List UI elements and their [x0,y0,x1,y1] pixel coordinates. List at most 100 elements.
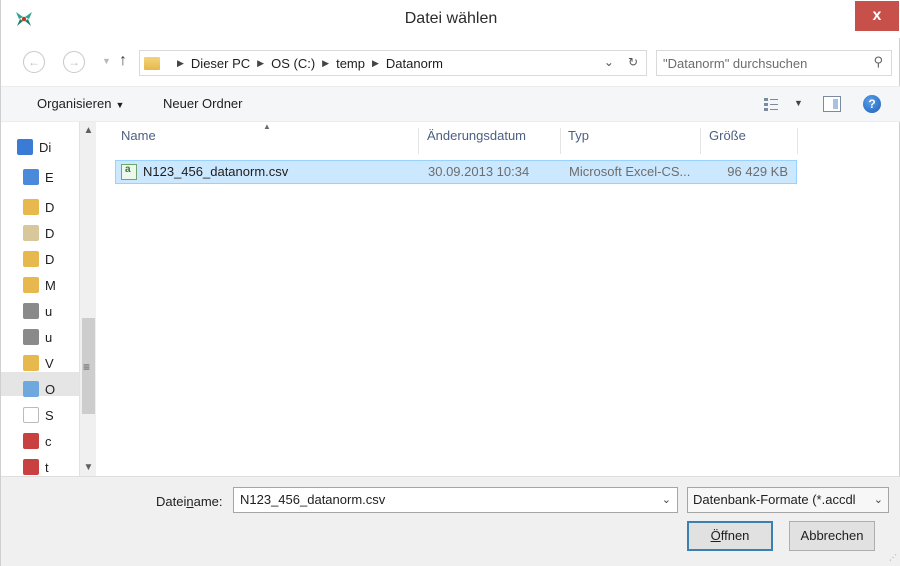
chevron-down-icon[interactable]: ⌄ [870,488,883,512]
breadcrumb-item[interactable]: Datanorm [386,56,443,71]
address-controls: ⌄ ↻ [604,55,638,69]
nav-item[interactable]: u [23,302,57,320]
nav-item[interactable]: M [23,276,57,294]
music-folder-icon [23,277,39,293]
excel-csv-file-icon [121,164,137,180]
nav-item[interactable]: E [23,168,57,186]
network-folder-icon [23,303,39,319]
filename-label-part: Datei [156,494,187,509]
filename-input[interactable]: N123_456_datanorm.csv ⌄ [233,487,678,513]
search-placeholder: "Datanorm" durchsuchen [663,55,808,71]
nav-item[interactable]: S [23,406,57,424]
nav-item[interactable]: Di [17,138,51,156]
nav-item[interactable]: V [23,354,57,372]
address-row: ← → ▼ ↑ ▶ Dieser PC ▶ OS (C:) ▶ temp ▶ D… [1,46,900,80]
view-options-icon[interactable] [763,96,779,112]
organize-button[interactable]: Organisieren ▼ [37,96,124,111]
file-name: N123_456_datanorm.csv [143,164,289,179]
column-divider[interactable] [560,128,561,154]
videos-folder-icon [23,355,39,371]
column-header-size[interactable]: Größe [709,128,746,152]
search-input[interactable]: "Datanorm" durchsuchen ⚲ [656,50,892,76]
new-folder-button[interactable]: Neuer Ordner [163,96,242,111]
open-button[interactable]: Öffnen [687,521,773,551]
forward-button[interactable]: → [63,51,85,73]
refresh-icon[interactable]: ↻ [628,55,638,69]
search-icon[interactable]: ⚲ [873,54,883,70]
address-bar[interactable]: ▶ Dieser PC ▶ OS (C:) ▶ temp ▶ Datanorm … [139,50,647,76]
bottom-panel: Dateiname: N123_456_datanorm.csv ⌄ Daten… [1,476,900,566]
downloads-folder-icon [23,251,39,267]
file-row[interactable]: N123_456_datanorm.csv 30.09.2013 10:34 M… [115,160,797,184]
close-button[interactable]: x [855,1,899,31]
cancel-button[interactable]: Abbrechen [789,521,875,551]
view-dropdown-icon[interactable]: ▼ [794,98,803,108]
nav-item-label: D [45,225,55,241]
disconnected-drive-icon [23,433,39,449]
file-type-filter[interactable]: Datenbank-Formate (*.accdl ⌄ [687,487,889,513]
column-divider[interactable] [797,128,798,154]
caret-down-icon: ▼ [115,100,125,110]
nav-item-label: u [45,329,53,345]
title-bar[interactable]: Datei wählen x [1,0,900,38]
chevron-right-icon[interactable]: ▶ [372,58,379,69]
back-button[interactable]: ← [23,51,45,73]
scroll-up-icon[interactable]: ▲ [80,122,97,139]
grip-icon: ≡ [83,360,91,374]
folder-icon [144,56,160,70]
preview-pane-icon[interactable] [823,96,841,112]
nav-item[interactable]: D [23,198,57,216]
nav-item[interactable]: D [23,250,57,268]
file-type: Microsoft Excel-CS... [569,164,691,179]
chevron-down-icon[interactable]: ⌄ [662,488,671,512]
nav-item[interactable]: D [23,224,57,242]
filename-label-part: ame: [193,494,223,509]
sort-ascending-icon: ▲ [263,122,271,131]
nav-item-label: O [45,381,56,397]
back-arrow-icon: ← [28,55,40,69]
nav-item-label: u [45,303,53,319]
breadcrumb-item[interactable]: temp [336,56,365,71]
help-icon[interactable]: ? [863,95,881,113]
resize-grip-icon[interactable]: ⋰ [889,553,897,562]
chevron-right-icon[interactable]: ▶ [177,58,184,69]
filename-value: N123_456_datanorm.csv [240,492,386,507]
organize-label: Organisieren [37,96,112,111]
chevron-down-icon[interactable]: ⌄ [604,55,614,69]
window-title: Datei wählen [404,10,498,27]
up-arrow-icon[interactable]: ↑ [119,52,127,70]
breadcrumb-item[interactable]: Dieser PC [191,56,250,71]
breadcrumb-item[interactable]: OS (C:) [271,56,315,71]
nav-scrollbar[interactable]: ▲ ≡ ▼ [79,122,96,476]
chevron-right-icon[interactable]: ▶ [322,58,329,69]
file-size: 96 429 KB [727,164,788,179]
forward-arrow-icon: → [68,55,80,69]
nav-item-label: E [45,169,54,185]
nav-item-label: Di [39,139,51,155]
chevron-right-icon[interactable]: ▶ [257,58,264,69]
recent-locations-dropdown[interactable]: ▼ [102,56,111,66]
nav-item[interactable]: O [23,380,57,398]
nav-item-label: S [45,407,54,423]
filename-label: Dateiname: [156,494,223,509]
open-label-accesskey: Ö [710,528,721,543]
nav-item[interactable]: u [23,328,57,346]
scroll-down-icon[interactable]: ▼ [80,459,97,476]
nav-item-label: V [45,355,54,371]
nav-item-label: c [45,433,52,449]
network-folder-icon [23,329,39,345]
column-header-date[interactable]: Änderungsdatum [427,128,526,152]
nav-item-label: D [45,199,55,215]
file-open-dialog: Datei wählen x ← → ▼ ↑ ▶ Dieser PC ▶ OS … [0,0,900,566]
filter-value: Datenbank-Formate (*.accdl [693,492,856,507]
nav-item[interactable]: t [23,458,57,476]
toolbar: Organisieren ▼ Neuer Ordner ▼ ? [1,86,900,122]
column-divider[interactable] [700,128,701,154]
nav-item-label: D [45,251,55,267]
nav-item-label: t [45,459,49,475]
file-date: 30.09.2013 10:34 [428,164,530,179]
column-header-name[interactable]: Name [121,128,156,152]
nav-item[interactable]: c [23,432,57,450]
column-divider[interactable] [418,128,419,154]
column-header-type[interactable]: Typ [568,128,589,152]
